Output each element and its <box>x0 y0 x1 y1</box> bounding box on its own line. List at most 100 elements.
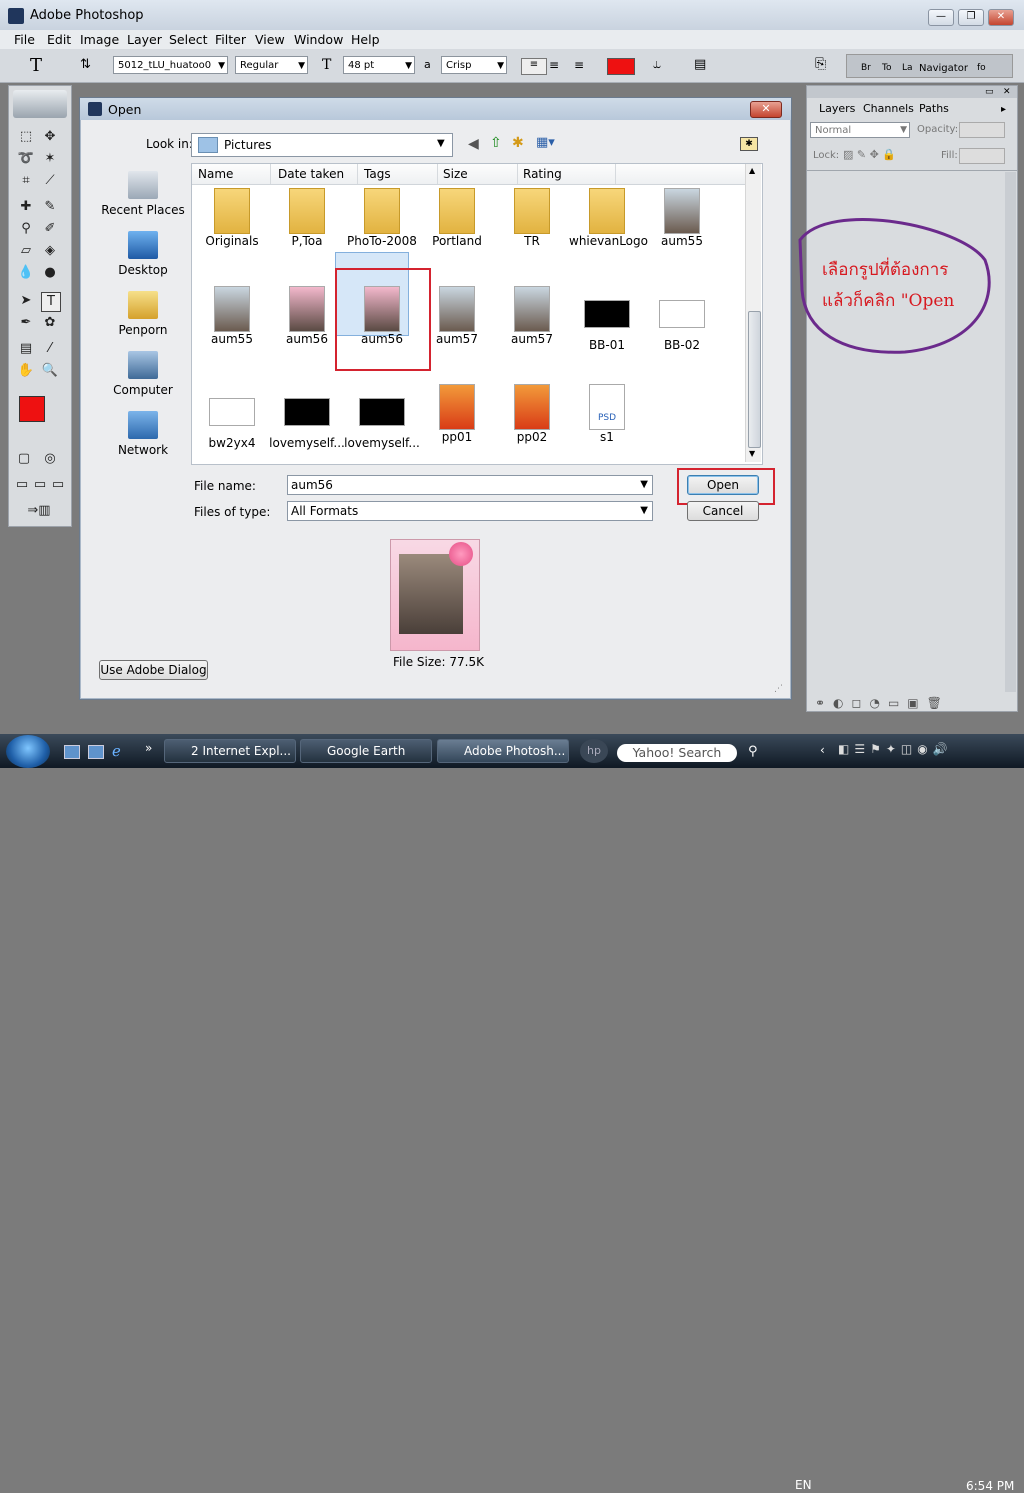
up-folder-icon[interactable]: ⇧ <box>490 135 502 151</box>
crop-tool-icon[interactable]: ⌗ <box>17 172 35 190</box>
list-item[interactable]: aum56 <box>269 286 345 346</box>
view-menu-icon[interactable]: ▦▾ <box>536 135 555 150</box>
back-icon[interactable]: ◀ <box>468 136 479 152</box>
task-internet-explorer[interactable]: 2 Internet Expl... <box>164 739 296 763</box>
blend-mode-select[interactable]: Normal ▼ <box>810 122 910 138</box>
place-penporn[interactable]: Penporn <box>98 291 188 337</box>
dock-tab-fo[interactable]: fo <box>977 63 986 73</box>
use-adobe-dialog-button[interactable]: Use Adobe Dialog <box>99 660 208 680</box>
place-network[interactable]: Network <box>98 411 188 457</box>
column-tags[interactable]: Tags <box>364 167 391 181</box>
minimize-button[interactable]: — <box>928 9 954 26</box>
pen-tool-icon[interactable]: ✒ <box>17 314 35 332</box>
scroll-up-icon[interactable]: ▲ <box>749 166 755 175</box>
list-item[interactable]: aum57 <box>494 286 570 346</box>
blur-tool-icon[interactable]: 💧 <box>17 264 35 282</box>
font-style-select[interactable]: Regular ▼ <box>235 56 308 74</box>
hand-tool-icon[interactable]: ✋ <box>17 362 35 380</box>
menu-edit[interactable]: Edit <box>47 32 71 47</box>
menu-file[interactable]: File <box>14 32 35 47</box>
healing-brush-icon[interactable]: ✚ <box>17 198 35 216</box>
hp-logo-icon[interactable]: hp <box>580 739 608 763</box>
column-date-taken[interactable]: Date taken <box>278 167 344 181</box>
dock-tab-to[interactable]: To <box>882 63 891 73</box>
menu-image[interactable]: Image <box>80 32 119 47</box>
list-item[interactable]: PhoTo-2008 <box>344 188 420 248</box>
dialog-close-button[interactable]: ✕ <box>750 101 782 118</box>
marquee-tool-icon[interactable]: ⬚ <box>17 128 35 146</box>
list-item[interactable]: pp01 <box>419 384 495 444</box>
column-size[interactable]: Size <box>443 167 468 181</box>
list-item[interactable]: aum55 <box>194 286 270 346</box>
move-tool-icon[interactable]: ✥ <box>41 128 59 146</box>
screen-mode-2-icon[interactable]: ▭ <box>31 476 49 494</box>
list-item[interactable]: TR <box>494 188 570 248</box>
show-desktop-icon[interactable] <box>64 745 80 759</box>
panel-close-icon[interactable]: ✕ <box>1003 87 1011 97</box>
fill-field[interactable] <box>959 148 1005 164</box>
layers-scrollbar[interactable] <box>1005 172 1016 692</box>
scrollbar-thumb[interactable] <box>748 311 761 448</box>
lock-icons[interactable]: ▨ ✎ ✥ 🔒 <box>843 148 896 161</box>
menu-window[interactable]: Window <box>294 32 343 47</box>
panel-menu-icon[interactable]: ▸ <box>1001 104 1006 115</box>
look-in-select[interactable]: Pictures ▼ <box>191 133 453 157</box>
layer-footer-icons[interactable]: ⚭◐◻◔▭▣🗑 <box>815 696 950 710</box>
tab-paths[interactable]: Paths <box>919 102 949 115</box>
list-item[interactable]: Originals <box>194 188 270 248</box>
font-size-select[interactable]: 48 pt ▼ <box>343 56 415 74</box>
anti-alias-select[interactable]: Crisp ▼ <box>441 56 507 74</box>
align-left-button[interactable]: ≡ <box>521 58 547 75</box>
column-rating[interactable]: Rating <box>523 167 562 181</box>
list-item[interactable]: BB-02 <box>644 300 720 352</box>
language-indicator[interactable]: EN <box>795 1478 812 1492</box>
magic-wand-icon[interactable]: ✶ <box>41 150 59 168</box>
dock-tab-navigator[interactable]: Navigator <box>919 63 968 74</box>
files-of-type-select[interactable]: All Formats ▼ <box>287 501 653 521</box>
panel-minimize-icon[interactable]: ▭ <box>985 87 994 97</box>
list-item[interactable]: P,Toa <box>269 188 345 248</box>
brush-tool-icon[interactable]: ✎ <box>41 198 59 216</box>
palettes-icon[interactable]: ▤ <box>694 57 706 72</box>
menu-layer[interactable]: Layer <box>127 32 162 47</box>
text-orientation-icon[interactable]: ⇅ <box>80 57 91 72</box>
history-brush-icon[interactable]: ✐ <box>41 220 59 238</box>
clock[interactable]: 6:54 PM <box>966 1479 1014 1493</box>
menu-filter[interactable]: Filter <box>215 32 246 47</box>
opacity-field[interactable] <box>959 122 1005 138</box>
resize-grip-icon[interactable]: ⋰ <box>774 684 783 694</box>
file-name-input[interactable]: aum56 ▼ <box>287 475 653 495</box>
start-button[interactable] <box>6 735 50 768</box>
tab-layers[interactable]: Layers <box>819 102 855 115</box>
paint-bucket-icon[interactable]: ◈ <box>41 242 59 260</box>
list-item[interactable]: pp02 <box>494 384 570 444</box>
font-family-select[interactable]: 5012_tLU_huatoo0 ▼ <box>113 56 228 74</box>
standard-mode-icon[interactable]: ▢ <box>15 450 33 468</box>
quick-launch-more-icon[interactable]: » <box>145 741 152 755</box>
jump-to-imageready-icon[interactable]: ⇒▥ <box>21 502 57 520</box>
list-item[interactable]: aum55 <box>644 188 720 248</box>
list-item[interactable]: whievanLogo <box>569 188 648 248</box>
list-item[interactable]: bw2yx4 <box>194 398 270 450</box>
yahoo-search-input[interactable]: Yahoo! Search <box>617 744 737 762</box>
dodge-tool-icon[interactable]: ● <box>41 264 59 282</box>
text-color-swatch[interactable] <box>607 58 635 75</box>
clone-stamp-icon[interactable]: ⚲ <box>17 220 35 238</box>
bridge-icon[interactable]: ⎘ <box>815 56 826 72</box>
dock-tab-br[interactable]: Br <box>861 63 871 73</box>
system-tray-icons[interactable]: ◧☰⚑✦◫◉🔊 <box>838 742 958 756</box>
menu-view[interactable]: View <box>255 32 285 47</box>
switch-windows-icon[interactable] <box>88 745 104 759</box>
place-desktop[interactable]: Desktop <box>98 231 188 277</box>
menu-select[interactable]: Select <box>169 32 208 47</box>
adobe-bridge-icon[interactable]: ✱ <box>740 137 758 151</box>
column-name[interactable]: Name <box>198 167 233 181</box>
foreground-color-swatch[interactable] <box>19 396 45 422</box>
align-right-button[interactable]: ≡ <box>574 58 584 72</box>
type-tool-icon[interactable]: T <box>30 55 42 76</box>
screen-mode-3-icon[interactable]: ▭ <box>49 476 67 494</box>
path-selection-icon[interactable]: ➤ <box>17 292 35 310</box>
new-folder-icon[interactable]: ✱ <box>512 135 524 151</box>
zoom-tool-icon[interactable]: 🔍 <box>41 362 59 380</box>
lasso-tool-icon[interactable]: ➰ <box>17 150 35 168</box>
